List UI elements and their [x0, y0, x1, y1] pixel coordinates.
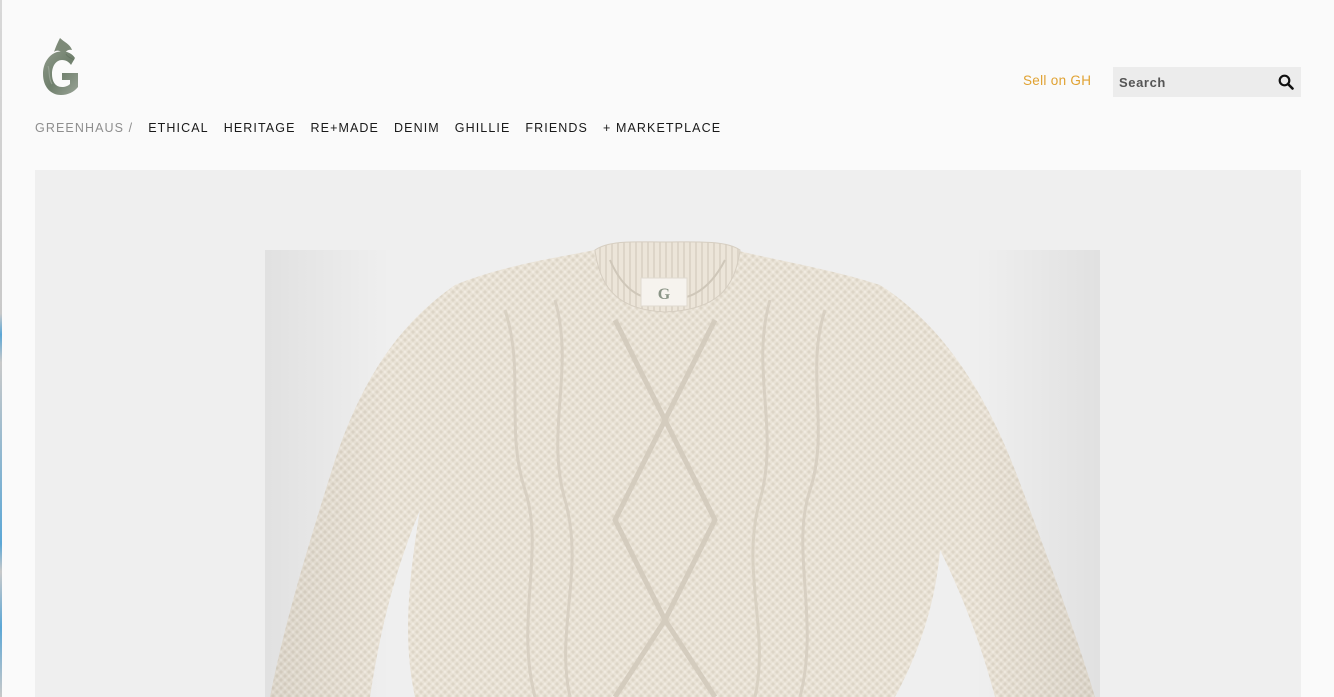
page: Sell on GH GREENHAUS / ETHICAL HERITAGE … [0, 0, 1334, 697]
hero-product-image[interactable]: G [35, 170, 1301, 697]
sell-on-gh-link[interactable]: Sell on GH [1023, 73, 1091, 88]
greenhaus-logo-icon[interactable] [40, 36, 82, 98]
main-nav: GREENHAUS / ETHICAL HERITAGE RE+MADE DEN… [35, 121, 736, 135]
nav-item-remade[interactable]: RE+MADE [311, 121, 379, 135]
nav-item-ghillie[interactable]: GHILLIE [455, 121, 511, 135]
search-input[interactable] [1119, 67, 1269, 97]
nav-brand-breadcrumb[interactable]: GREENHAUS / [35, 121, 133, 135]
nav-item-ethical[interactable]: ETHICAL [148, 121, 209, 135]
search-box [1113, 67, 1301, 97]
nav-item-heritage[interactable]: HERITAGE [224, 121, 296, 135]
nav-item-denim[interactable]: DENIM [394, 121, 440, 135]
nav-item-friends[interactable]: FRIENDS [525, 121, 588, 135]
label-logo-text: G [658, 286, 671, 303]
sweater-illustration: G [265, 241, 1100, 697]
nav-item-marketplace[interactable]: + MARKETPLACE [603, 121, 721, 135]
search-icon[interactable] [1278, 74, 1294, 90]
window-edge [0, 0, 2, 697]
